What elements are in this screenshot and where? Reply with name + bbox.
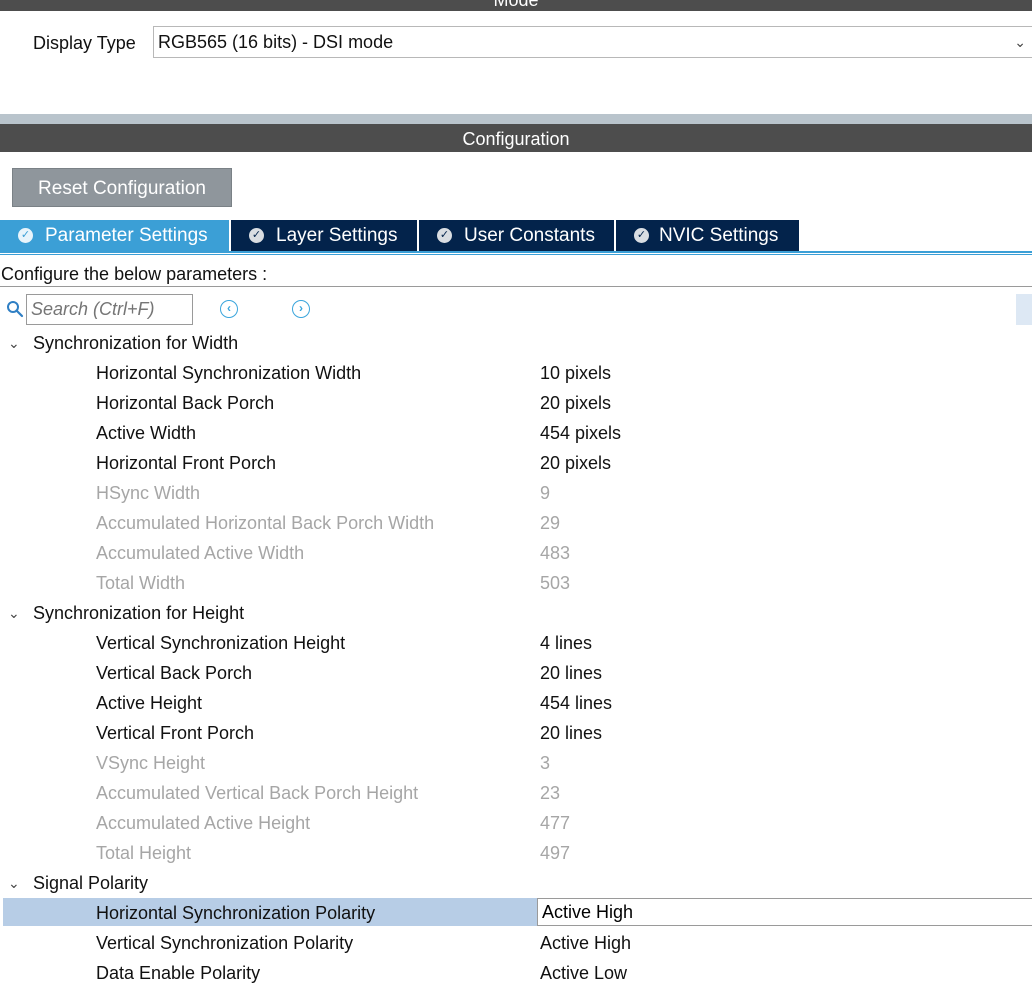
param-row-disabled: Accumulated Active Width 483 xyxy=(0,538,1032,568)
param-name: Vertical Back Porch xyxy=(96,663,253,683)
param-row-selected[interactable]: Horizontal Synchronization Polarity Acti… xyxy=(0,898,1032,928)
chevron-down-icon[interactable]: ⌄ xyxy=(8,868,20,898)
chevron-down-icon[interactable]: ⌄ xyxy=(8,328,20,358)
param-name: Horizontal Synchronization Width xyxy=(96,363,362,383)
group-title: Synchronization for Width xyxy=(33,333,239,353)
param-value[interactable]: 20 pixels xyxy=(540,388,611,418)
previous-result-icon[interactable]: ‹ xyxy=(220,300,238,318)
group-title: Signal Polarity xyxy=(33,873,149,893)
group-signal-polarity[interactable]: ⌄ Signal Polarity xyxy=(0,868,1032,898)
param-row[interactable]: Vertical Front Porch 20 lines xyxy=(0,718,1032,748)
param-row-disabled: Total Height 497 xyxy=(0,838,1032,868)
mode-header: Mode xyxy=(0,0,1032,11)
param-value: 497 xyxy=(540,843,571,863)
reset-configuration-button[interactable]: Reset Configuration xyxy=(12,168,232,207)
tab-layer-settings[interactable]: ✓ Layer Settings xyxy=(231,220,417,251)
tab-label: Layer Settings xyxy=(276,225,398,246)
chevron-down-icon: ⌄ xyxy=(1014,34,1026,50)
search-icon[interactable] xyxy=(6,300,24,318)
param-row[interactable]: Data Enable Polarity Active Low xyxy=(0,958,1032,988)
param-value[interactable]: Active High xyxy=(540,928,631,958)
param-name: VSync Height xyxy=(96,753,206,773)
param-name: Vertical Synchronization Polarity xyxy=(96,933,354,953)
param-name: Total Height xyxy=(96,843,192,863)
param-value[interactable]: 20 lines xyxy=(540,718,602,748)
param-value[interactable]: Active Low xyxy=(540,958,627,988)
display-type-value: RGB565 (16 bits) - DSI mode xyxy=(158,32,394,52)
param-row[interactable]: Active Height 454 lines xyxy=(0,688,1032,718)
display-type-select[interactable]: RGB565 (16 bits) - DSI mode ⌄ xyxy=(153,26,1032,58)
divider xyxy=(0,286,1032,287)
param-row[interactable]: Horizontal Front Porch 20 pixels xyxy=(0,448,1032,478)
param-row-disabled: Accumulated Vertical Back Porch Height 2… xyxy=(0,778,1032,808)
configure-instructions: Configure the below parameters : xyxy=(1,264,268,284)
param-value-select[interactable]: Active High xyxy=(537,898,1032,926)
tab-parameter-settings[interactable]: ✓ Parameter Settings xyxy=(0,220,229,251)
check-circle-icon: ✓ xyxy=(249,228,264,243)
parameter-tree: ⌄ Synchronization for Width Horizontal S… xyxy=(0,328,1032,988)
param-value[interactable]: 20 pixels xyxy=(540,448,611,478)
param-name: Total Width xyxy=(96,573,186,593)
param-row-disabled: Total Width 503 xyxy=(0,568,1032,598)
mode-header-label: Mode xyxy=(493,0,539,10)
tab-underline xyxy=(0,251,1032,253)
group-title: Synchronization for Height xyxy=(33,603,245,623)
param-value[interactable]: 10 pixels xyxy=(540,358,611,388)
tab-label: Parameter Settings xyxy=(45,225,208,246)
configuration-header: Configuration xyxy=(0,124,1032,152)
param-row[interactable]: Vertical Synchronization Height 4 lines xyxy=(0,628,1032,658)
param-value: 29 xyxy=(540,513,561,533)
param-name: Active Width xyxy=(96,423,197,443)
param-value[interactable]: 20 lines xyxy=(540,658,602,688)
param-value: 3 xyxy=(540,753,551,773)
check-circle-icon: ✓ xyxy=(634,228,649,243)
param-value[interactable]: 4 lines xyxy=(540,628,592,658)
tab-label: User Constants xyxy=(464,225,595,246)
display-type-label: Display Type xyxy=(33,33,136,53)
param-value: 23 xyxy=(540,783,561,803)
param-value: 483 xyxy=(540,543,571,563)
param-value[interactable]: 454 lines xyxy=(540,688,612,718)
param-name: Horizontal Synchronization Polarity xyxy=(96,903,376,923)
param-value: 477 xyxy=(540,813,571,833)
tab-label: NVIC Settings xyxy=(659,225,779,246)
param-value: 503 xyxy=(540,573,571,593)
param-row-disabled: Accumulated Active Height 477 xyxy=(0,808,1032,838)
chevron-down-icon[interactable]: ⌄ xyxy=(8,598,20,628)
group-synchronization-for-width[interactable]: ⌄ Synchronization for Width xyxy=(0,328,1032,358)
check-circle-icon: ✓ xyxy=(18,228,33,243)
param-name: Horizontal Back Porch xyxy=(96,393,275,413)
param-name: Accumulated Horizontal Back Porch Width xyxy=(96,513,435,533)
param-row[interactable]: Vertical Synchronization Polarity Active… xyxy=(0,928,1032,958)
param-name: Horizontal Front Porch xyxy=(96,453,277,473)
param-name: Accumulated Active Width xyxy=(96,543,305,563)
param-row-disabled: VSync Height 3 xyxy=(0,748,1032,778)
param-row[interactable]: Active Width 454 pixels xyxy=(0,418,1032,448)
param-name: Data Enable Polarity xyxy=(96,963,261,983)
param-value[interactable]: 454 pixels xyxy=(540,418,621,448)
param-row[interactable]: Horizontal Back Porch 20 pixels xyxy=(0,388,1032,418)
param-row-disabled: HSync Width 9 xyxy=(0,478,1032,508)
tab-user-constants[interactable]: ✓ User Constants xyxy=(419,220,614,251)
section-divider xyxy=(0,114,1032,124)
search-input[interactable] xyxy=(26,294,193,325)
param-name: Vertical Front Porch xyxy=(96,723,255,743)
param-name: Active Height xyxy=(96,693,203,713)
param-name: HSync Width xyxy=(96,483,201,503)
param-value: 9 xyxy=(540,483,551,503)
param-name: Accumulated Active Height xyxy=(96,813,311,833)
param-name: Accumulated Vertical Back Porch Height xyxy=(96,783,419,803)
check-circle-icon: ✓ xyxy=(437,228,452,243)
param-row[interactable]: Horizontal Synchronization Width 10 pixe… xyxy=(0,358,1032,388)
tab-underline xyxy=(0,254,1032,255)
next-result-icon[interactable]: › xyxy=(292,300,310,318)
param-name: Vertical Synchronization Height xyxy=(96,633,346,653)
scrollbar-thumb[interactable] xyxy=(1016,294,1032,325)
param-row-disabled: Accumulated Horizontal Back Porch Width … xyxy=(0,508,1032,538)
tab-nvic-settings[interactable]: ✓ NVIC Settings xyxy=(616,220,799,251)
group-synchronization-for-height[interactable]: ⌄ Synchronization for Height xyxy=(0,598,1032,628)
param-row[interactable]: Vertical Back Porch 20 lines xyxy=(0,658,1032,688)
